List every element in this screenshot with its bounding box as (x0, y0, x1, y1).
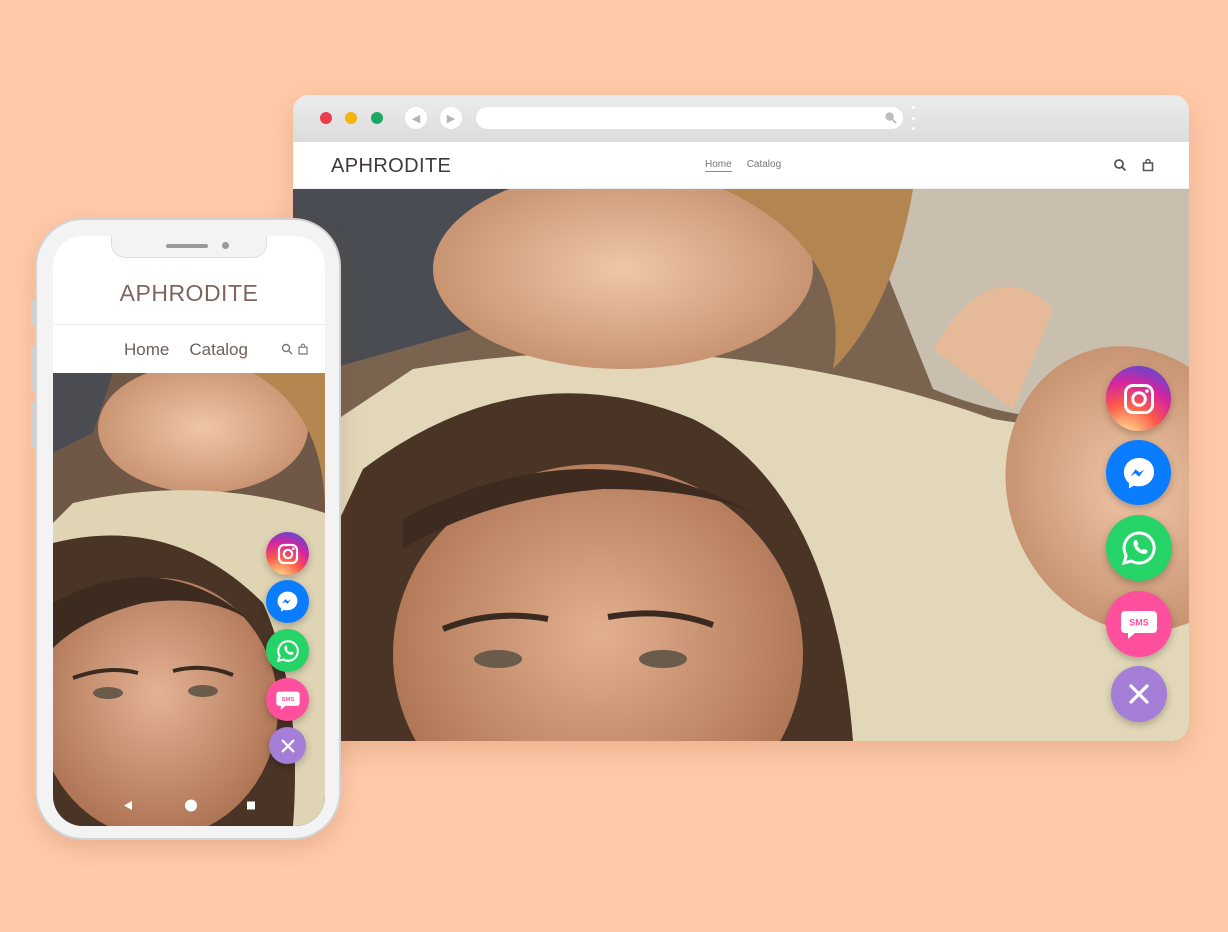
sms-label: SMS (1129, 618, 1149, 628)
browser-menu-icon[interactable] (912, 106, 916, 130)
search-icon[interactable] (1113, 158, 1127, 172)
phone-camera (222, 242, 229, 249)
browser-toolbar: ◀ ▶ (293, 95, 1189, 142)
bag-icon[interactable] (297, 343, 309, 355)
mobile-site-logo[interactable]: APHRODITE (53, 280, 325, 307)
sms-button[interactable]: SMS (1106, 591, 1172, 657)
phone-volume-up-button (31, 346, 35, 392)
mobile-sms-button[interactable]: SMS (266, 678, 309, 721)
home-key-icon[interactable] (185, 799, 197, 812)
desktop-browser-mockup: ◀ ▶ APHRODITE Home Catalog SMS (293, 95, 1189, 741)
site-nav: Home Catalog (705, 159, 781, 172)
messenger-icon (277, 591, 298, 612)
mobile-whatsapp-button[interactable] (266, 629, 309, 672)
phone-notch (111, 236, 267, 258)
mobile-nav-catalog-link[interactable]: Catalog (189, 340, 248, 360)
back-key-icon[interactable] (124, 801, 132, 810)
maximize-window-dot[interactable] (371, 112, 383, 124)
nav-home-link[interactable]: Home (705, 159, 732, 172)
android-nav-bar (53, 786, 325, 826)
address-bar[interactable] (476, 107, 903, 129)
instagram-icon (1123, 383, 1154, 414)
close-icon (281, 739, 294, 752)
phone-volume-down-button (31, 402, 35, 448)
mobile-hero-photo: SMS (53, 373, 325, 826)
site-logo[interactable]: APHRODITE (331, 155, 451, 178)
messenger-icon (1123, 457, 1154, 488)
hero-photo (293, 189, 1189, 741)
sms-icon: SMS (275, 691, 300, 710)
mobile-instagram-button[interactable] (266, 532, 309, 575)
mobile-nav-home-link[interactable]: Home (124, 340, 169, 360)
site-header: APHRODITE Home Catalog (293, 142, 1189, 189)
sms-icon: SMS (1121, 611, 1157, 639)
mobile-header-divider (53, 324, 325, 325)
mobile-sms-label: SMS (281, 696, 294, 702)
recents-key-icon[interactable] (247, 801, 255, 810)
mobile-site-nav: Home Catalog (124, 340, 248, 360)
search-icon[interactable] (281, 343, 293, 355)
phone-mute-button (31, 300, 35, 326)
search-icon (885, 112, 897, 124)
instagram-icon (277, 543, 298, 564)
whatsapp-icon (1121, 531, 1156, 566)
instagram-button[interactable] (1106, 366, 1171, 431)
mobile-close-widget-button[interactable] (269, 727, 306, 764)
close-widget-button[interactable] (1111, 666, 1167, 722)
messenger-button[interactable] (1106, 440, 1171, 505)
phone-mockup: APHRODITE Home Catalog SMS (31, 218, 341, 840)
phone-speaker (166, 244, 208, 248)
forward-arrow-icon[interactable]: ▶ (440, 107, 462, 129)
nav-catalog-link[interactable]: Catalog (747, 159, 781, 172)
close-icon (1129, 684, 1149, 704)
whatsapp-icon (276, 639, 299, 662)
minimize-window-dot[interactable] (345, 112, 357, 124)
bag-icon[interactable] (1141, 158, 1155, 172)
back-arrow-icon[interactable]: ◀ (405, 107, 427, 129)
phone-screen: APHRODITE Home Catalog SMS (53, 236, 325, 826)
android-nav-keys (124, 799, 255, 812)
hero-photo-art (293, 189, 1189, 741)
whatsapp-button[interactable] (1106, 515, 1172, 581)
mobile-messenger-button[interactable] (266, 580, 309, 623)
close-window-dot[interactable] (320, 112, 332, 124)
